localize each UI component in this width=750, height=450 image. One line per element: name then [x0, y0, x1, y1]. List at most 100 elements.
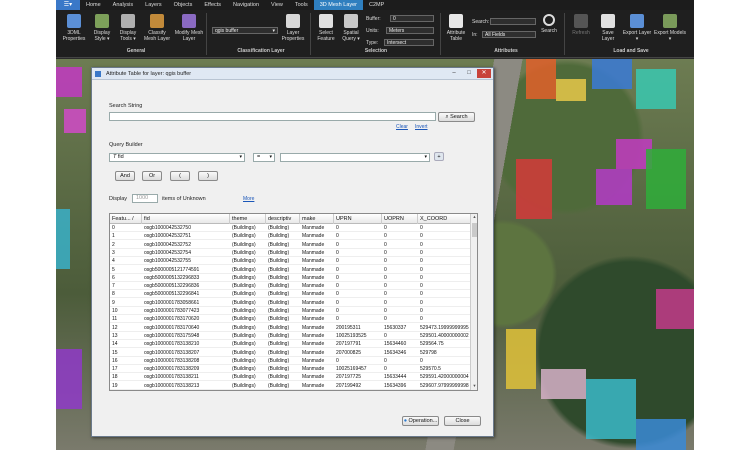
table-cell[interactable]: 15630337	[382, 324, 418, 332]
table-cell[interactable]: 0	[418, 241, 472, 249]
attribute-table-button[interactable]: Attribute Table	[444, 14, 468, 42]
table-cell[interactable]: osgb1000001783138210	[142, 340, 230, 348]
table-cell[interactable]: 0	[382, 249, 418, 257]
table-cell[interactable]: 529570.5	[418, 365, 472, 373]
spatial-query-button[interactable]: Spatial Query ▾	[340, 14, 362, 42]
tab-3d-mesh-layer[interactable]: 3D Mesh Layer	[313, 0, 364, 10]
table-cell[interactable]: 0	[382, 266, 418, 274]
table-cell[interactable]: 5	[110, 266, 142, 274]
table-cell[interactable]: Manmade	[300, 349, 334, 357]
minimize-button[interactable]: –	[447, 69, 461, 78]
and-button[interactable]: And	[115, 171, 135, 181]
search-in-select[interactable]: All Fields	[482, 31, 536, 38]
table-cell[interactable]: 0	[334, 290, 382, 298]
close-button[interactable]: Close	[444, 416, 481, 426]
units-select[interactable]: Meters	[386, 27, 434, 34]
tab-effects[interactable]: Effects	[198, 0, 227, 10]
table-cell[interactable]: 15634396	[382, 382, 418, 390]
column-header[interactable]: theme	[230, 214, 266, 224]
table-row[interactable]: 5 osgb5000005121774591 (Buildings) (Buildin…	[110, 266, 472, 274]
table-row[interactable]: 16 osgb1000001783138208 (Buildings) (Buildi…	[110, 357, 472, 365]
table-cell[interactable]: 15634346	[382, 349, 418, 357]
close-icon[interactable]: ✕	[477, 69, 491, 78]
table-cell[interactable]: osgb1000042532750	[142, 224, 230, 232]
table-cell[interactable]: 14	[110, 340, 142, 348]
refresh-button[interactable]: Refresh	[568, 14, 594, 36]
table-row[interactable]: 11 osgb1000001783170620 (Buildings) (Buildi…	[110, 315, 472, 324]
more-link[interactable]: More	[243, 196, 254, 202]
table-cell[interactable]: osgb5000005121774591	[142, 266, 230, 274]
table-cell[interactable]: 0	[334, 282, 382, 290]
scroll-thumb[interactable]	[472, 223, 477, 237]
table-cell[interactable]: Manmade	[300, 373, 334, 381]
table-cell[interactable]: (Buildings)	[230, 340, 266, 348]
table-cell[interactable]: (Buildings)	[230, 290, 266, 298]
table-cell[interactable]: (Building)	[266, 282, 300, 290]
table-cell[interactable]: 0	[334, 274, 382, 282]
table-cell[interactable]: 0	[382, 299, 418, 307]
table-cell[interactable]: 15634460	[382, 340, 418, 348]
table-cell[interactable]: (Buildings)	[230, 324, 266, 332]
table-cell[interactable]: 207199492	[334, 382, 382, 390]
table-cell[interactable]: 9	[110, 299, 142, 307]
table-cell[interactable]: 0	[418, 282, 472, 290]
table-cell[interactable]: 0	[418, 307, 472, 315]
table-cell[interactable]: 207197725	[334, 373, 382, 381]
table-cell[interactable]: (Buildings)	[230, 373, 266, 381]
table-cell[interactable]: 0	[418, 299, 472, 307]
table-row[interactable]: 15 osgb1000001783138207 (Buildings) (Buildi…	[110, 349, 472, 357]
save-layer-button[interactable]: Save Layer	[596, 14, 620, 42]
table-cell[interactable]: (Building)	[266, 357, 300, 365]
classify-mesh-layer-button[interactable]: Classify Mesh Layer	[142, 14, 172, 42]
tab-tools[interactable]: Tools	[289, 0, 314, 10]
table-cell[interactable]: (Buildings)	[230, 349, 266, 357]
table-row[interactable]: 6 osgb5000005132296833 (Buildings) (Buildin…	[110, 274, 472, 282]
table-cell[interactable]: (Building)	[266, 315, 300, 323]
tab-layers[interactable]: Layers	[139, 0, 168, 10]
table-row[interactable]: 3 osgb1000042532754 (Buildings) (Building) M…	[110, 249, 472, 257]
table-cell[interactable]: 0	[382, 365, 418, 373]
column-header[interactable]: UOPRN	[382, 214, 418, 224]
table-cell[interactable]: 0	[110, 224, 142, 232]
table-cell[interactable]: (Buildings)	[230, 224, 266, 232]
display-style-button[interactable]: Display Style ▾	[90, 14, 114, 42]
export-layer-button[interactable]: Export Layer ▾	[622, 14, 652, 42]
table-cell[interactable]: 13	[110, 332, 142, 340]
table-cell[interactable]: (Building)	[266, 299, 300, 307]
table-cell[interactable]: Manmade	[300, 365, 334, 373]
table-cell[interactable]: (Building)	[266, 257, 300, 265]
table-cell[interactable]: 0	[382, 315, 418, 323]
table-cell[interactable]: 0	[382, 241, 418, 249]
invert-link[interactable]: Invert	[415, 124, 428, 130]
table-cell[interactable]: Manmade	[300, 357, 334, 365]
table-cell[interactable]: (Building)	[266, 241, 300, 249]
table-cell[interactable]: (Building)	[266, 266, 300, 274]
display-tools-button[interactable]: Display Tools ▾	[116, 14, 140, 42]
table-cell[interactable]: 18	[110, 373, 142, 381]
table-cell[interactable]: 0	[382, 332, 418, 340]
table-cell[interactable]: 0	[334, 315, 382, 323]
table-cell[interactable]: 0	[418, 249, 472, 257]
table-cell[interactable]: (Buildings)	[230, 307, 266, 315]
table-cell[interactable]: (Building)	[266, 274, 300, 282]
table-cell[interactable]: (Buildings)	[230, 382, 266, 390]
field-select[interactable]: T fid ▾	[109, 153, 245, 162]
table-cell[interactable]: Manmade	[300, 382, 334, 390]
table-cell[interactable]: 1	[110, 232, 142, 240]
table-cell[interactable]: 0	[382, 357, 418, 365]
table-cell[interactable]: (Buildings)	[230, 249, 266, 257]
table-row[interactable]: 7 osgb5000005132296836 (Buildings) (Buildin…	[110, 282, 472, 291]
table-cell[interactable]: 0	[334, 266, 382, 274]
table-cell[interactable]: (Building)	[266, 324, 300, 332]
table-cell[interactable]: osgb1000042532751	[142, 232, 230, 240]
table-cell[interactable]: osgb1000001783058661	[142, 299, 230, 307]
table-cell[interactable]: (Building)	[266, 332, 300, 340]
table-cell[interactable]: (Buildings)	[230, 315, 266, 323]
table-row[interactable]: 1 osgb1000042532751 (Buildings) (Building) M…	[110, 232, 472, 241]
table-cell[interactable]: Manmade	[300, 332, 334, 340]
tab-objects[interactable]: Objects	[168, 0, 199, 10]
table-cell[interactable]: 15633444	[382, 373, 418, 381]
table-cell[interactable]: (Building)	[266, 349, 300, 357]
table-cell[interactable]: Manmade	[300, 290, 334, 298]
vertical-scrollbar[interactable]: ▲ ▼	[470, 214, 477, 390]
